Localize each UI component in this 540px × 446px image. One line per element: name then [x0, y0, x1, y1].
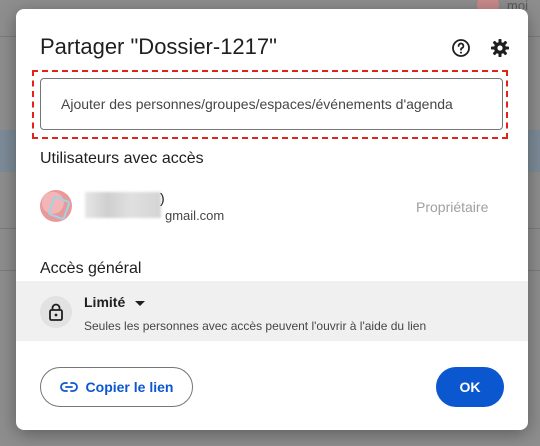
general-access-title: Accès général [40, 260, 142, 277]
copy-link-label: Copier le lien [85, 379, 174, 395]
gear-icon[interactable] [490, 38, 510, 58]
share-dialog: Partager "Dossier-1217" Utilisateurs [16, 9, 528, 430]
dialog-title: Partager "Dossier-1217" [40, 34, 277, 59]
user-role: Propriétaire [416, 199, 489, 215]
lock-icon [40, 296, 72, 328]
general-access-row: Limité Seules les personnes avec accès p… [16, 281, 528, 341]
ok-button[interactable]: OK [436, 367, 504, 407]
add-people-input[interactable] [40, 78, 503, 130]
copy-link-button[interactable]: Copier le lien [40, 367, 193, 407]
access-description: Seules les personnes avec accès peuvent … [84, 319, 427, 333]
user-name-suffix: ) [160, 190, 165, 206]
link-icon [59, 379, 78, 395]
access-level-value: Limité [84, 294, 126, 310]
redacted-user-name [85, 192, 161, 218]
help-icon[interactable] [451, 38, 471, 58]
user-email: gmail.com [165, 208, 225, 223]
avatar [40, 190, 72, 222]
users-section-title: Utilisateurs avec accès [40, 150, 204, 167]
dropdown-arrow-icon [135, 294, 146, 310]
access-level-dropdown[interactable]: Limité [84, 294, 146, 310]
